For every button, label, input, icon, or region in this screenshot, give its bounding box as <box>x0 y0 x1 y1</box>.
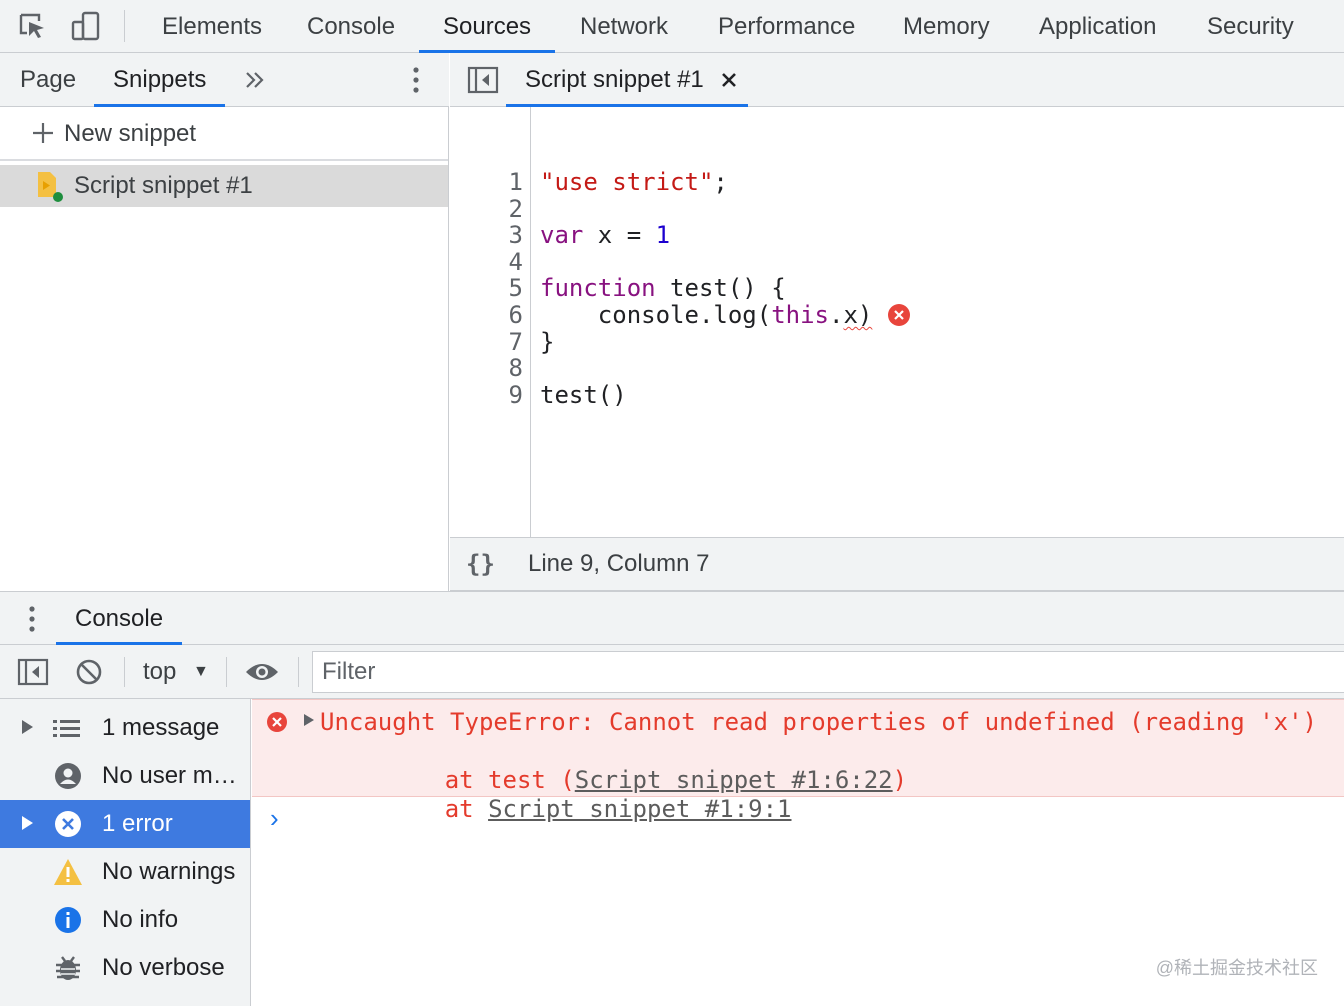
toolbar-divider <box>298 657 299 687</box>
context-selector[interactable]: top ▼ <box>143 645 209 699</box>
editor-file-tab[interactable]: Script snippet #1 <box>506 53 748 107</box>
snippet-item-label: Script snippet #1 <box>74 172 253 199</box>
toggle-sidebar-icon[interactable] <box>17 658 49 686</box>
code-line-5: function test() { <box>540 274 786 302</box>
dropdown-arrow-icon: ▼ <box>193 663 209 680</box>
sidebar-item-label: No warnings <box>102 858 236 885</box>
info-icon <box>54 906 82 934</box>
list-icon <box>52 716 82 740</box>
sidebar-item-info[interactable]: No info <box>0 896 250 944</box>
snippet-item[interactable]: Script snippet #1 <box>0 165 448 207</box>
console-sidebar: 1 message No user me… 1 error No warning… <box>0 699 251 1006</box>
sidebar-item-label: No verbose <box>102 954 225 981</box>
console-prompt-icon[interactable]: › <box>270 803 279 834</box>
console-filter-input[interactable] <box>312 651 1344 693</box>
tab-drawer-console[interactable]: Console <box>56 592 183 645</box>
sources-navigator: Page Snippets New snippet Script snippet… <box>0 53 449 591</box>
source-link[interactable]: Script snippet #1:9:1 <box>488 795 791 823</box>
tab-security[interactable]: Security <box>1207 0 1294 53</box>
expand-triangle-icon[interactable] <box>22 720 33 734</box>
sidebar-item-user-messages[interactable]: No user me… <box>0 752 250 800</box>
sidebar-item-label: 1 message <box>102 714 220 741</box>
line-number: 1 <box>508 168 523 196</box>
tab-memory[interactable]: Memory <box>903 0 990 53</box>
line-number: 7 <box>508 328 523 356</box>
tab-network[interactable]: Network <box>580 0 668 53</box>
toolbar-divider <box>226 657 227 687</box>
snippet-file-icon <box>36 171 66 203</box>
navigator-menu-icon[interactable] <box>406 65 426 95</box>
tab-sources[interactable]: Sources <box>419 0 556 53</box>
stack-frame-prefix: at <box>444 795 489 823</box>
line-number: 5 <box>508 274 523 302</box>
line-number: 6 <box>508 301 523 329</box>
expand-error-triangle-icon[interactable] <box>304 714 314 726</box>
line-number: 2 <box>508 195 523 223</box>
navigator-tabbar: Page Snippets <box>0 53 449 107</box>
live-expression-eye-icon[interactable] <box>244 660 280 684</box>
code-line-1: "use strict"; <box>540 168 728 196</box>
line-number: 4 <box>508 248 523 276</box>
new-snippet-label: New snippet <box>64 120 197 147</box>
error-text: Uncaught TypeError: Cannot read properti… <box>320 708 1317 736</box>
user-icon <box>54 762 82 790</box>
code-line-6: console.log(this.x) <box>540 302 911 329</box>
sources-editor: Script snippet #1 1 2 3 4 5 6 7 8 9 "use… <box>450 53 1344 591</box>
sidebar-item-errors[interactable]: 1 error <box>0 800 250 848</box>
tab-snippets[interactable]: Snippets <box>94 53 226 107</box>
context-selector-label: top <box>143 658 177 685</box>
sidebar-item-warnings[interactable]: No warnings <box>0 848 250 896</box>
more-tabs-chevron-icon[interactable] <box>243 67 267 93</box>
watermark: @稀土掘金技术社区 <box>1155 958 1318 978</box>
error-icon <box>266 711 288 733</box>
console-error-message[interactable]: Uncaught TypeError: Cannot read properti… <box>252 699 1344 823</box>
tab-performance[interactable]: Performance <box>718 0 855 53</box>
clear-console-icon[interactable] <box>75 658 103 686</box>
tab-console[interactable]: Console <box>307 0 395 53</box>
line-number: 9 <box>508 381 523 409</box>
new-snippet-button[interactable]: New snippet <box>0 107 448 161</box>
line-number: 3 <box>508 221 523 249</box>
toolbar-divider <box>124 657 125 687</box>
expand-triangle-icon[interactable] <box>22 816 33 830</box>
sidebar-item-verbose[interactable]: No verbose <box>0 944 250 992</box>
error-icon <box>54 810 82 838</box>
stack-frame-suffix: ) <box>892 766 908 794</box>
tab-page[interactable]: Page <box>20 53 76 107</box>
code-line-3: var x = 1 <box>540 221 671 249</box>
tab-application[interactable]: Application <box>1039 0 1156 53</box>
plus-icon <box>32 122 54 144</box>
stack-frame: at Script snippet #1:9:1 <box>358 766 792 853</box>
inspect-element-icon[interactable] <box>16 10 48 42</box>
drawer-tabbar: Console <box>0 591 1344 645</box>
line-number-gutter[interactable]: 1 2 3 4 5 6 7 8 9 <box>450 107 531 537</box>
sidebar-item-label: No user me… <box>102 762 250 789</box>
editor-file-tab-label: Script snippet #1 <box>525 66 704 93</box>
editor-tabbar: Script snippet #1 <box>450 53 1344 107</box>
bug-icon <box>54 953 82 983</box>
warning-icon <box>52 857 84 887</box>
device-toolbar-icon[interactable] <box>70 10 102 42</box>
inline-error-icon[interactable] <box>887 303 911 327</box>
editor-status-bar: {} Line 9, Column 7 <box>450 537 1344 591</box>
close-tab-icon[interactable] <box>721 72 737 88</box>
cursor-position: Line 9, Column 7 <box>528 550 710 577</box>
pretty-print-button[interactable]: {} <box>466 538 495 590</box>
tab-elements[interactable]: Elements <box>162 0 262 53</box>
code-line-9: test() <box>540 381 627 409</box>
sidebar-item-messages[interactable]: 1 message <box>0 704 250 752</box>
code-editor[interactable]: 1 2 3 4 5 6 7 8 9 "use strict"; var x = … <box>450 107 1344 537</box>
sidebar-item-label: No info <box>102 906 179 933</box>
code-line-7: } <box>540 328 555 356</box>
toggle-navigator-icon[interactable] <box>467 66 499 94</box>
drawer-menu-icon[interactable] <box>22 604 42 634</box>
toolbar-divider <box>124 10 125 42</box>
devtools-main-tabbar: Elements Console Sources Network Perform… <box>0 0 1344 53</box>
console-toolbar: top ▼ <box>0 645 1344 699</box>
line-number: 8 <box>508 354 523 382</box>
sidebar-item-label: 1 error <box>102 810 173 837</box>
